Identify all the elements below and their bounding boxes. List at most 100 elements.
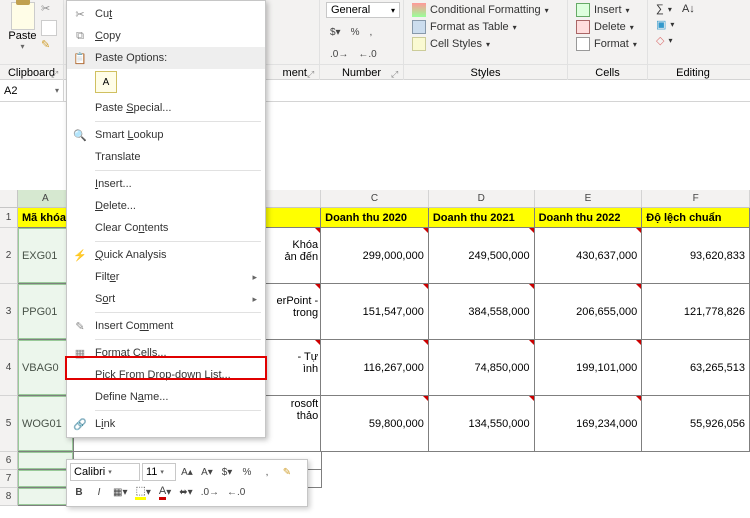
col-header-D[interactable]: D [429,190,535,207]
borders-button[interactable]: ▦▾ [110,483,130,501]
increase-decimal-icon[interactable]: .0→ [326,47,352,62]
cell-C4[interactable]: 116,267,000 [321,340,429,396]
menu-define-name[interactable]: Define Name... [67,386,265,408]
menu-insert-comment[interactable]: ✎Insert Comment [67,315,265,337]
menu-sort[interactable]: Sort▸ [67,288,265,310]
cell-D2[interactable]: 249,500,000 [429,228,535,284]
comment-indicator-icon [636,340,641,345]
number-group-label: Number [342,67,381,79]
comma-icon[interactable]: , [366,25,377,40]
cell-F4[interactable]: 63,265,513 [642,340,750,396]
menu-link[interactable]: 🔗Link [67,413,265,435]
col-header-F[interactable]: F [642,190,750,207]
cell-C3[interactable]: 151,547,000 [321,284,429,340]
row-header-6[interactable]: 6 [0,452,18,470]
cell-F5[interactable]: 55,926,056 [642,396,750,452]
cell-E2[interactable]: 430,637,000 [535,228,643,284]
row-header-2[interactable]: 2 [0,228,18,284]
increase-decimal-button[interactable]: .0→ [198,483,222,501]
name-box-value: A2 [4,85,17,97]
menu-smart-lookup[interactable]: 🔍Smart Lookup [67,124,265,146]
cell-E5[interactable]: 169,234,000 [535,396,643,452]
cell-D4[interactable]: 74,850,000 [429,340,535,396]
menu-format-cells[interactable]: ▦Format Cells... [67,342,265,364]
cut-icon[interactable]: ✂ [41,2,57,18]
number-dialog-launcher[interactable]: ⤢ [391,69,401,79]
paste-option-keep-source[interactable]: A [95,71,117,93]
format-as-table-button[interactable]: Format as Table ▾ [410,19,561,35]
format-painter-icon[interactable]: ✎ [41,38,57,54]
row-header-1[interactable]: 1 [0,208,18,228]
cell-F1[interactable]: Độ lệch chuẩn [642,208,750,228]
comment-indicator-icon [315,284,320,289]
col-header-E[interactable]: E [535,190,643,207]
menu-copy[interactable]: ⧉Copy [67,25,265,47]
alignment-dialog-launcher[interactable]: ⤢ [307,69,317,79]
eraser-icon: ◇ [656,34,664,47]
col-header-C[interactable]: C [321,190,429,207]
cell-D3[interactable]: 384,558,000 [429,284,535,340]
font-size-dropdown[interactable]: 11▾ [142,463,176,481]
row-header-3[interactable]: 3 [0,284,18,340]
conditional-formatting-icon [412,3,426,17]
row-header-4[interactable]: 4 [0,340,18,396]
menu-filter[interactable]: Filter▸ [67,266,265,288]
cell-F2[interactable]: 93,620,833 [642,228,750,284]
decrease-decimal-icon[interactable]: ←.0 [354,47,380,62]
percent-icon[interactable]: % [238,463,256,481]
paste-icon: 📋 [71,49,89,67]
menu-quick-analysis[interactable]: ⚡Quick Analysis [67,244,265,266]
percent-icon[interactable]: % [347,25,364,40]
row-header-8[interactable]: 8 [0,488,18,506]
cell-styles-button[interactable]: Cell Styles ▾ [410,36,561,52]
comment-indicator-icon [529,340,534,345]
paste-label: Paste [8,30,36,42]
cell-E4[interactable]: 199,101,000 [535,340,643,396]
conditional-formatting-button[interactable]: Conditional Formatting ▾ [410,2,561,18]
paste-icon [11,2,35,30]
decrease-decimal-button[interactable]: ←.0 [224,483,248,501]
cell-C2[interactable]: 299,000,000 [321,228,429,284]
cell-E3[interactable]: 206,655,000 [535,284,643,340]
format-painter-icon[interactable]: ✎ [278,463,296,481]
name-box[interactable]: A2 ▾ [0,80,64,101]
menu-delete[interactable]: Delete... [67,195,265,217]
menu-translate[interactable]: Translate [67,146,265,168]
comma-icon[interactable]: , [258,463,276,481]
insert-cells-button[interactable]: Insert ▾ [574,2,641,18]
cell-C5[interactable]: 59,800,000 [321,396,429,452]
font-color-button[interactable]: A▾ [156,483,174,501]
cell-D1[interactable]: Doanh thu 2021 [429,208,535,228]
menu-paste-special[interactable]: Paste Special... [67,97,265,119]
format-cells-button[interactable]: Format ▾ [574,36,641,52]
merge-center-button[interactable]: ⬌▾ [176,483,195,501]
font-family-dropdown[interactable]: Calibri▾ [70,463,140,481]
cell-C1[interactable]: Doanh thu 2020 [321,208,429,228]
fill-color-button[interactable]: ⬚▾ [132,483,153,501]
decrease-font-icon[interactable]: A▾ [198,463,216,481]
italic-button[interactable]: I [90,483,108,501]
currency-icon[interactable]: $▾ [326,25,345,40]
delete-cells-button[interactable]: Delete ▾ [574,19,641,35]
cell-F3[interactable]: 121,778,826 [642,284,750,340]
clipboard-group-label: Clipboard [8,67,55,79]
cell-D5[interactable]: 134,550,000 [429,396,535,452]
menu-insert[interactable]: Insert... [67,173,265,195]
fill-button[interactable]: ▣ ▾ [654,17,732,32]
menu-pick-from-list[interactable]: Pick From Drop-down List... [67,364,265,386]
currency-icon[interactable]: $▾ [218,463,236,481]
row-header-5[interactable]: 5 [0,396,18,452]
cell-E1[interactable]: Doanh thu 2022 [535,208,643,228]
increase-font-icon[interactable]: A▴ [178,463,196,481]
bold-button[interactable]: B [70,483,88,501]
copy-icon[interactable] [41,20,57,36]
select-all-corner[interactable] [0,190,18,207]
number-format-dropdown[interactable]: General▾ [326,2,400,18]
paste-button[interactable]: Paste ▾ [6,2,39,51]
menu-cut[interactable]: ✂Cut [67,3,265,25]
autosum-button[interactable]: ∑ ▾ A↓ [654,2,732,16]
clear-button[interactable]: ◇ ▾ [654,33,732,48]
row-header-7[interactable]: 7 [0,470,18,488]
menu-clear-contents[interactable]: Clear Contents [67,217,265,239]
clipboard-dialog-launcher[interactable]: ⤢ [51,69,61,79]
